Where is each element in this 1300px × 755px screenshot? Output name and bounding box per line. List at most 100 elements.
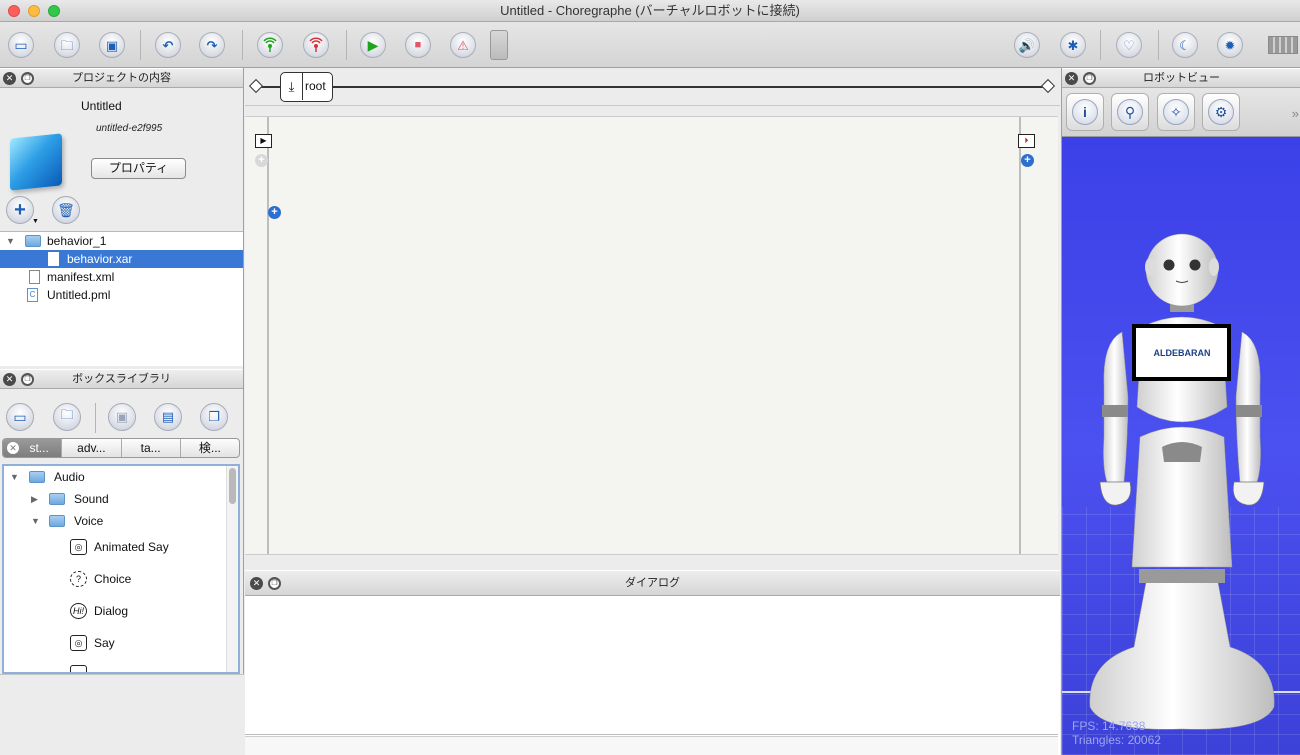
copy-library-icon[interactable]: ❐: [200, 403, 228, 431]
open-library-icon[interactable]: 🗀: [53, 403, 81, 431]
chest-logo-text: ALDEBARAN: [1154, 348, 1211, 358]
robot-view-header: ✕ ❐ ロボットビュー: [1062, 68, 1300, 88]
lib-item-dialog[interactable]: Hi! Dialog: [4, 600, 226, 622]
motor-icon[interactable]: ✱: [1060, 32, 1086, 58]
fps-readout: FPS: 14.7638: [1072, 719, 1146, 733]
tree-item-pml[interactable]: C Untitled.pml: [0, 286, 243, 304]
expand-arrow-icon[interactable]: ▼: [31, 510, 40, 532]
canvas-scrollbar[interactable]: [245, 554, 1058, 568]
close-tab-icon[interactable]: ✕: [7, 442, 19, 454]
close-panel-icon[interactable]: ✕: [3, 373, 16, 386]
start-diamond-icon: [248, 78, 264, 94]
close-panel-icon[interactable]: ✕: [3, 72, 16, 85]
timeline-line: [255, 86, 1050, 88]
volume-icon[interactable]: 🔊: [1014, 32, 1040, 58]
flow-diagram-area: ▶ + + ⏵ +: [245, 106, 1060, 568]
heart-icon[interactable]: ♡: [1116, 32, 1142, 58]
file-icon: [29, 270, 40, 284]
connect-icon[interactable]: [257, 32, 283, 58]
tree-item-label: manifest.xml: [47, 270, 115, 284]
settings-button[interactable]: ⚙: [1202, 93, 1240, 131]
box-library-tools: ▭ 🗀 ▣ ▤ ❐: [0, 399, 244, 439]
close-panel-icon[interactable]: ✕: [1065, 72, 1078, 85]
add-output-icon[interactable]: +: [1021, 154, 1034, 167]
robot-3d-viewport[interactable]: ALDEBARAN FPS: 14.7638 Triangles: 20062: [1062, 137, 1300, 755]
tab-tags[interactable]: ta...: [122, 439, 181, 457]
down-arrow-icon: ⤓: [281, 73, 303, 100]
lib-item-label: Sound: [74, 492, 109, 506]
rest-moon-icon[interactable]: ☾: [1172, 32, 1198, 58]
new-library-icon[interactable]: ▭: [6, 403, 34, 431]
tab-search[interactable]: 検...: [181, 439, 239, 457]
window-minimize-button[interactable]: [28, 5, 40, 17]
info-button[interactable]: i: [1066, 93, 1104, 131]
save-library-icon[interactable]: ▣: [108, 403, 136, 431]
float-panel-icon[interactable]: ❐: [1083, 72, 1096, 85]
collapse-arrow-icon[interactable]: ▶: [31, 488, 38, 510]
lib-item-partial[interactable]: [4, 662, 226, 672]
close-panel-icon[interactable]: ✕: [250, 577, 263, 590]
expand-arrow-icon[interactable]: ▼: [6, 232, 15, 250]
root-breadcrumb[interactable]: ⤓ root: [280, 72, 333, 102]
tab-advanced[interactable]: adv...: [62, 439, 122, 457]
sensors-button[interactable]: ✧: [1157, 93, 1195, 131]
triangles-readout: Triangles: 20062: [1072, 733, 1161, 747]
tab-standard[interactable]: ✕ st...: [3, 439, 63, 457]
lib-item-choice[interactable]: ? Choice: [4, 568, 226, 590]
end-diamond-icon: [1040, 78, 1056, 94]
lib-item-voice[interactable]: ▼ Voice: [4, 510, 226, 532]
box-library-header: ✕ ❐ ボックスライブラリ: [0, 369, 243, 389]
dialog-input-field[interactable]: [245, 736, 1058, 755]
edit-library-icon[interactable]: ▤: [154, 403, 182, 431]
float-panel-icon[interactable]: ❐: [21, 72, 34, 85]
float-panel-icon[interactable]: ❐: [21, 373, 34, 386]
folder-icon: [29, 471, 45, 483]
speech-bubble-icon: ◎: [70, 539, 87, 555]
open-project-icon[interactable]: 🗀: [54, 32, 80, 58]
add-file-icon[interactable]: +: [6, 196, 34, 224]
robot-view-panel: ✕ ❐ ロボットビュー i ⚲ ✧ ⚙ » ALDEBARAN FPS: 14.…: [1061, 68, 1300, 755]
tree-item-label: behavior.xar: [67, 252, 133, 266]
undo-icon[interactable]: ↶: [155, 32, 181, 58]
tree-item-manifest[interactable]: manifest.xml: [0, 268, 243, 286]
add-input-dim-icon: +: [255, 154, 268, 167]
box-library-title: ボックスライブラリ: [72, 373, 171, 385]
project-panel-title: プロジェクトの内容: [72, 72, 171, 84]
robot-view-title: ロボットビュー: [1143, 72, 1220, 84]
lib-item-label: Audio: [54, 470, 85, 484]
lib-item-animated-say[interactable]: ◎ Animated Say: [4, 536, 226, 558]
stop-icon[interactable]: ■: [405, 32, 431, 58]
scroll-thumb[interactable]: [229, 468, 236, 504]
save-project-icon[interactable]: ▣: [99, 32, 125, 58]
debug-icon[interactable]: ⚠: [450, 32, 476, 58]
window-zoom-button[interactable]: [48, 5, 60, 17]
properties-button[interactable]: プロパティ: [91, 158, 186, 179]
pml-file-icon: C: [27, 288, 38, 302]
disconnect-icon[interactable]: [303, 32, 329, 58]
new-project-icon[interactable]: ▭: [8, 32, 34, 58]
float-panel-icon[interactable]: ❐: [268, 577, 281, 590]
lib-item-sound[interactable]: ▶ Sound: [4, 488, 226, 510]
wake-up-sun-icon[interactable]: ✹: [1217, 32, 1243, 58]
delete-file-icon[interactable]: 🗑: [52, 196, 80, 224]
redo-icon[interactable]: ↷: [199, 32, 225, 58]
more-chevron-icon[interactable]: »: [1292, 106, 1299, 121]
tree-item-behavior-xar[interactable]: behavior.xar: [0, 250, 243, 268]
tree-item-behavior-folder[interactable]: ▼ behavior_1: [0, 232, 243, 250]
flow-canvas[interactable]: ▶ + + ⏵ +: [245, 116, 1058, 555]
library-scrollbar[interactable]: [226, 466, 238, 672]
on-start-input-icon[interactable]: ▶: [255, 134, 272, 148]
lib-item-label: Dialog: [94, 604, 129, 618]
lib-item-say[interactable]: ◎ Say: [4, 632, 226, 654]
speed-slider[interactable]: [490, 30, 508, 60]
lib-item-audio[interactable]: ▼ Audio: [4, 466, 226, 488]
on-stopped-output-icon[interactable]: ⏵: [1018, 134, 1035, 148]
play-icon[interactable]: ▶: [360, 32, 386, 58]
folder-icon: [25, 235, 41, 247]
window-close-button[interactable]: [8, 5, 20, 17]
expand-arrow-icon[interactable]: ▼: [10, 466, 19, 488]
add-input-icon[interactable]: +: [268, 206, 281, 219]
box-library-tree: ▼ Audio ▶ Sound ▼ Voice ◎ Animated Say ?…: [2, 464, 240, 674]
robot-joints-button[interactable]: ⚲: [1111, 93, 1149, 131]
tree-item-label: Untitled.pml: [47, 288, 111, 302]
